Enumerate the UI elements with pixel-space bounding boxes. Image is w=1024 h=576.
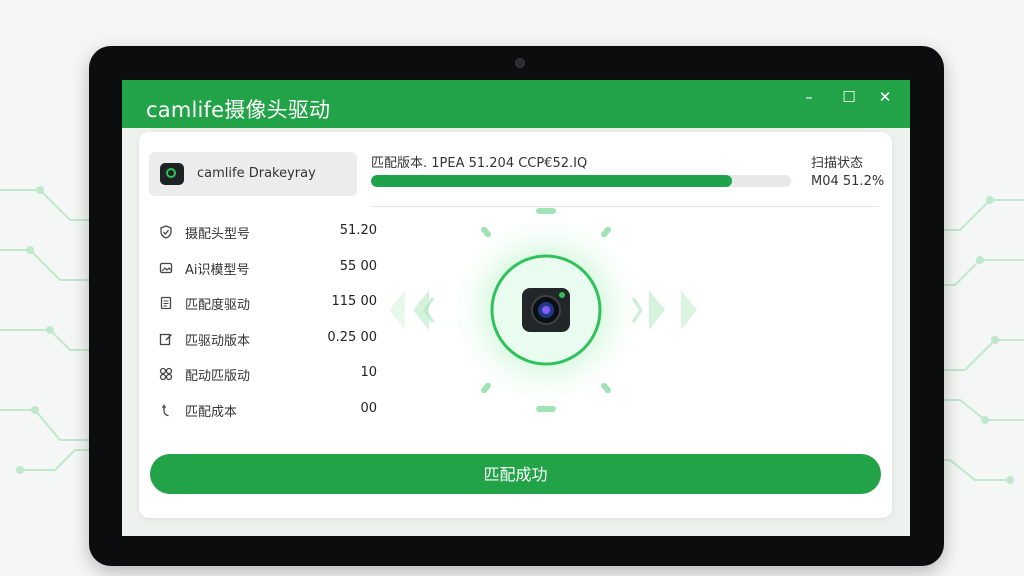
row-label: Ai识模型号 [185,263,250,278]
front-camera-dot [515,58,525,68]
device-chip[interactable]: camlife Drakeyray [149,152,357,196]
link-icon [159,367,173,381]
image-icon [159,261,173,275]
info-row-driver-version: 匹驱动版本 0.25 00 [159,328,377,352]
shield-check-icon [159,225,173,239]
progress-bar [371,175,791,187]
cursor-icon [159,403,173,417]
document-icon [159,296,173,310]
device-name: camlife Drakeyray [197,166,316,181]
app-window: camlife摄像头驱动 – ☐ ✕ camlife Drakeyray 摄配头… [122,80,910,536]
status-value: M04 51.2% [811,174,885,189]
row-label: 匹配度驱动 [185,298,251,313]
match-success-button[interactable]: 匹配成功 [150,454,881,494]
row-label: 配动匹版动 [185,369,251,384]
info-row-driver-match: 配动匹版动 10 [159,363,377,387]
left-arrows-icon [389,290,435,330]
row-label: 摄配头型号 [185,227,251,242]
close-button[interactable]: ✕ [870,84,900,110]
version-text: 匹配版本. 1PEA 51.204 CCP€52.IQ [371,156,588,171]
scan-visual [389,208,697,412]
edit-icon [159,332,173,346]
row-label: 匹驱动版本 [185,334,251,349]
progress-fill [371,175,733,187]
camera-icon [522,288,570,332]
info-row-model: 摄配头型号 51.20 [159,221,377,245]
info-row-match-cost: 匹配成本 00 [159,399,377,423]
info-row-match-driver: 匹配度驱动 115 00 [159,292,377,316]
info-row-ai-model: Ai识模型号 55 00 [159,257,377,281]
app-title: camlife摄像头驱动 [146,98,331,122]
camera-icon [160,163,184,185]
maximize-button[interactable]: ☐ [834,84,864,110]
main-card: camlife Drakeyray 摄配头型号 51.20 Ai识模型号 55 … [139,132,892,518]
title-bar: camlife摄像头驱动 – ☐ ✕ [122,80,910,128]
minimize-button[interactable]: – [794,84,824,110]
row-label: 匹配成本 [185,405,238,420]
status-label: 扫描状态 [811,156,864,171]
